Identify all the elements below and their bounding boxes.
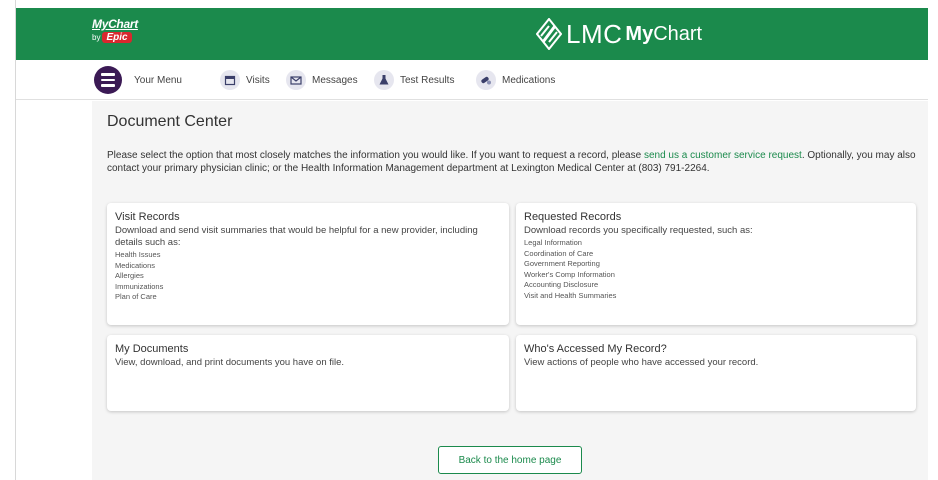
page-left-edge xyxy=(0,0,16,480)
list-item: Accounting Disclosure xyxy=(524,280,599,289)
nav-medications[interactable]: Medications xyxy=(476,70,555,90)
brand-lmc: LMC xyxy=(566,18,623,49)
requested-records-desc: Download records you specifically reques… xyxy=(524,225,753,236)
nav-visits-label: Visits xyxy=(246,74,270,86)
whos-accessed-card[interactable]: Who's Accessed My Record? View actions o… xyxy=(516,335,916,411)
my-documents-title: My Documents xyxy=(115,343,189,355)
visit-records-title: Visit Records xyxy=(115,211,180,223)
mychart-logo[interactable]: MyChart by Epic xyxy=(92,17,152,53)
top-nav: Your Menu Visits Messages Test Results M… xyxy=(16,60,928,100)
nav-test-results-label: Test Results xyxy=(400,74,455,86)
list-item: Plan of Care xyxy=(115,292,157,301)
list-item: Government Reporting xyxy=(524,259,600,268)
mychart-logo-by: by xyxy=(92,33,101,42)
back-to-home-button[interactable]: Back to the home page xyxy=(438,446,582,474)
whos-accessed-desc: View actions of people who have accessed… xyxy=(524,357,759,368)
visit-records-desc: Download and send visit summaries that w… xyxy=(115,225,478,248)
menu-hamburger-icon[interactable] xyxy=(94,66,122,94)
list-item: Legal Information xyxy=(524,238,582,247)
list-item: Allergies xyxy=(115,271,144,280)
requested-records-title: Requested Records xyxy=(524,211,622,223)
lmc-mychart-logo[interactable]: LMC My Chart xyxy=(536,17,702,51)
my-documents-card[interactable]: My Documents View, download, and print d… xyxy=(107,335,509,411)
my-documents-desc: View, download, and print documents you … xyxy=(115,357,345,368)
nav-messages-label: Messages xyxy=(312,74,358,86)
page-title: Document Center xyxy=(107,113,233,130)
brand-chart: Chart xyxy=(653,22,703,45)
list-item: Worker's Comp Information xyxy=(524,269,615,279)
envelope-icon xyxy=(286,70,306,90)
requested-records-card[interactable]: Requested Records Download records you s… xyxy=(516,203,916,325)
list-item: Health Issues xyxy=(115,250,161,259)
nav-test-results[interactable]: Test Results xyxy=(374,70,454,90)
pills-icon xyxy=(476,70,496,90)
nav-your-menu[interactable]: Your Menu xyxy=(134,70,182,90)
visit-records-card[interactable]: Visit Records Download and send visit su… xyxy=(107,203,509,325)
requested-records-list: Legal Information Coordination of Care G… xyxy=(524,238,908,301)
brand-my: My xyxy=(625,22,654,45)
mychart-logo-text: MyChart xyxy=(92,17,138,31)
list-item: Medications xyxy=(115,260,156,270)
visit-records-list: Health Issues Medications Allergies Immu… xyxy=(115,250,501,303)
nav-medications-label: Medications xyxy=(502,74,556,86)
list-item: Coordination of Care xyxy=(524,248,594,258)
calendar-icon xyxy=(220,70,240,90)
lmc-diamond-icon xyxy=(536,18,562,50)
list-item: Visit and Health Summaries xyxy=(524,290,617,300)
document-center-content: Document Center Please select the option… xyxy=(92,101,928,480)
app-header: MyChart by Epic LMC My Chart xyxy=(16,8,928,60)
intro-text: Please select the option that most close… xyxy=(107,150,916,174)
page-right-edge xyxy=(928,0,938,480)
flask-icon xyxy=(374,70,394,90)
nav-visits[interactable]: Visits xyxy=(220,70,270,90)
whos-accessed-title: Who's Accessed My Record? xyxy=(524,343,667,355)
customer-service-request-link[interactable]: send us a customer service request xyxy=(644,150,802,161)
epic-logo: Epic xyxy=(102,32,132,43)
nav-messages[interactable]: Messages xyxy=(286,70,358,90)
nav-your-menu-label: Your Menu xyxy=(134,74,182,86)
list-item: Immunizations xyxy=(115,281,164,291)
